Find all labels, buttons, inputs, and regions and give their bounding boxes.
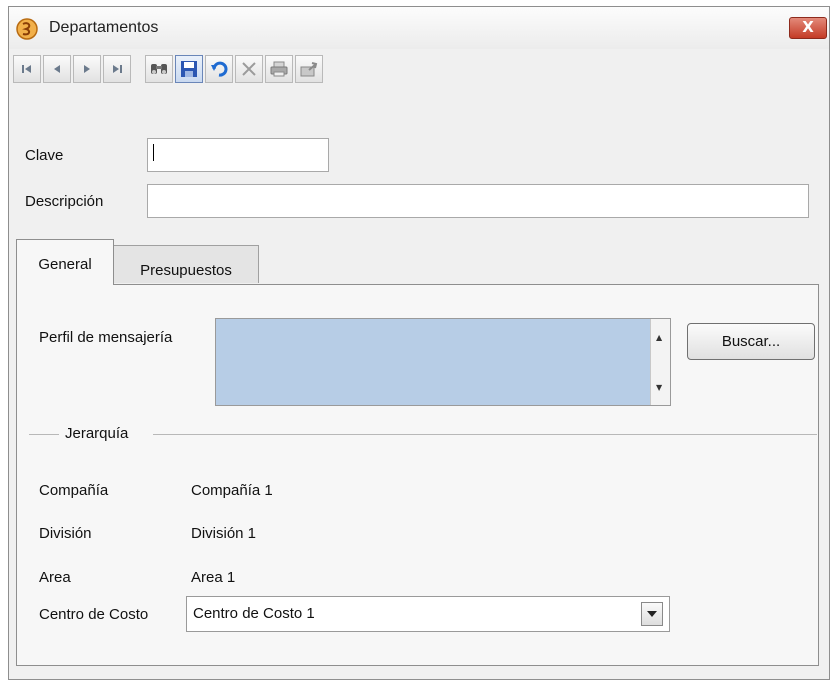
compania-value: Compañía 1 [191,482,273,499]
window-title: Departamentos [49,19,159,36]
last-record-button[interactable] [103,55,131,83]
departamentos-window: Departamentos X Clave Descripción Genera… [8,6,830,680]
app-icon [16,18,38,40]
chevron-down-icon [647,611,657,617]
scroll-down-icon[interactable]: ▼ [656,383,662,392]
export-icon [300,62,318,77]
delete-x-icon [242,62,256,76]
next-record-icon [84,65,90,73]
clave-input[interactable] [147,138,329,172]
compania-label: Compañía [39,482,109,499]
save-button[interactable] [175,55,203,83]
centro-costo-label: Centro de Costo [39,606,149,623]
export-button[interactable] [295,55,323,83]
last-record-icon [113,65,122,73]
undo-icon [211,61,228,77]
close-icon: X [802,18,814,36]
first-record-icon [22,65,31,73]
tab-general[interactable]: General [16,239,114,285]
buscar-label: Buscar... [721,333,781,350]
previous-record-icon [54,65,60,73]
centro-costo-selected: Centro de Costo 1 [193,605,315,622]
tab-presupuestos[interactable]: Presupuestos [113,245,259,283]
perfil-mensajeria-list[interactable]: ▲ ▼ [215,318,671,406]
undo-button[interactable] [205,55,233,83]
tab-presupuestos-label: Presupuestos [140,262,232,279]
buscar-button[interactable]: Buscar... [687,323,815,360]
first-record-button[interactable] [13,55,41,83]
division-label: División [39,525,92,542]
close-button[interactable]: X [789,17,827,39]
tab-general-label: General [38,256,92,273]
jerarquia-legend: Jerarquía [65,425,129,442]
search-button[interactable] [145,55,173,83]
print-button[interactable] [265,55,293,83]
perfil-mensajeria-label: Perfil de mensajería [39,329,173,346]
delete-button[interactable] [235,55,263,83]
previous-record-button[interactable] [43,55,71,83]
list-scrollbar[interactable]: ▲ ▼ [650,319,670,405]
centro-costo-select[interactable]: Centro de Costo 1 [186,596,670,632]
descripcion-input[interactable] [147,184,809,218]
title-bar: Departamentos X [9,7,829,49]
division-value: División 1 [191,525,257,542]
area-label: Area [39,569,71,586]
scroll-up-icon[interactable]: ▲ [656,333,662,342]
fieldset-divider-right [153,434,817,435]
floppy-disk-icon [181,61,197,77]
text-caret [153,144,154,161]
binoculars-icon [151,64,167,74]
printer-icon [270,61,288,77]
descripcion-label: Descripción [25,193,104,210]
dropdown-button[interactable] [641,602,663,626]
area-value: Area 1 [191,569,236,586]
fieldset-divider-left [29,434,59,435]
next-record-button[interactable] [73,55,101,83]
clave-label: Clave [25,147,64,164]
